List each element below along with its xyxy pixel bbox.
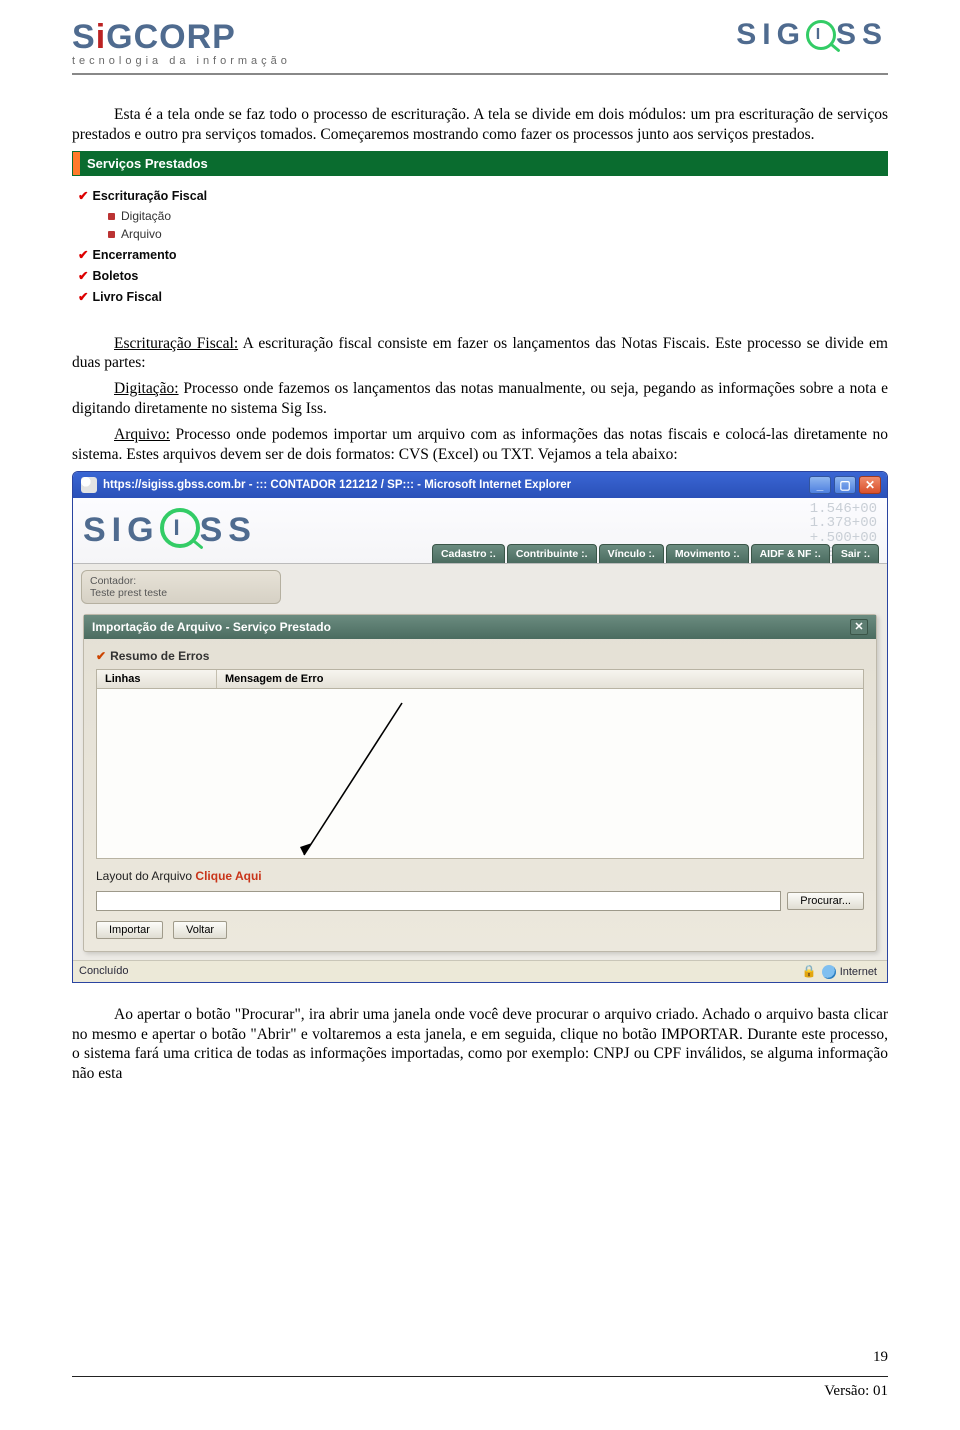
app-brand-logo: SIGISS	[73, 504, 267, 556]
page-footer: 19 Versão: 01	[72, 1349, 888, 1400]
grid-header: Linhas Mensagem de Erro	[96, 669, 864, 689]
menu-item-boletos[interactable]: ✔Boletos	[78, 268, 884, 283]
maximize-button[interactable]: ▢	[834, 476, 856, 494]
tab-vinculo[interactable]: Vínculo :.	[599, 544, 664, 563]
column-mensagem: Mensagem de Erro	[217, 670, 863, 688]
resumo-erros-label: ✔Resumo de Erros	[96, 649, 864, 663]
sigcorp-logo-text: SiGCORP	[72, 18, 291, 57]
minimize-button[interactable]: _	[809, 476, 831, 494]
status-concluido: Concluído	[79, 965, 129, 977]
bullet-icon	[108, 231, 115, 238]
grid-body-empty	[96, 689, 864, 859]
heading-arquivo: Arquivo:	[114, 426, 170, 443]
window-controls: _ ▢ ✕	[809, 476, 881, 494]
check-icon: ✔	[96, 649, 106, 663]
check-icon: ✔	[78, 189, 88, 203]
internet-zone-icon	[822, 965, 836, 979]
heading-digitacao: Digitação:	[114, 380, 179, 397]
layout-link[interactable]: Clique Aqui	[195, 869, 261, 883]
paragraph-arquivo: Arquivo: Processo onde podemos importar …	[72, 425, 888, 465]
paragraph-intro: Esta é a tela onde se faz todo o process…	[72, 105, 888, 145]
page-number: 19	[72, 1349, 888, 1366]
bullet-icon	[108, 213, 115, 220]
sigiss-logo: SIGISS	[736, 18, 888, 53]
panel-close-button[interactable]: ✕	[850, 619, 868, 635]
screenshot-servicos-prestados: Serviços Prestados ✔Escrituração Fiscal …	[72, 151, 888, 312]
check-icon: ✔	[78, 248, 88, 262]
menu-item-escrituracao-fiscal[interactable]: ✔Escrituração Fiscal	[78, 188, 884, 203]
paragraph-digitacao: Digitação: Processo onde fazemos os lanç…	[72, 379, 888, 419]
version-label: Versão: 01	[72, 1383, 888, 1400]
screenshot-import-window: https://sigiss.gbss.com.br - ::: CONTADO…	[72, 471, 888, 983]
userchip-value: Teste prest teste	[90, 587, 272, 599]
menu-item-encerramento[interactable]: ✔Encerramento	[78, 247, 884, 262]
panel-titlebar: Importação de Arquivo - Serviço Prestado…	[84, 615, 876, 639]
annotation-arrow-icon	[292, 697, 412, 867]
ie-statusbar: Concluído 🔒 Internet	[73, 960, 887, 982]
column-linhas: Linhas	[97, 670, 217, 688]
layout-link-line: Layout do Arquivo Clique Aqui	[96, 869, 864, 883]
menu-root: ✔Escrituração Fiscal Digitação Arquivo ✔…	[72, 176, 888, 312]
sigcorp-tagline: tecnologia da informação	[72, 55, 291, 67]
tab-movimento[interactable]: Movimento :.	[666, 544, 749, 563]
window-titlebar: https://sigiss.gbss.com.br - ::: CONTADO…	[73, 472, 887, 498]
window-title: https://sigiss.gbss.com.br - ::: CONTADO…	[81, 477, 571, 493]
procurar-button[interactable]: Procurar...	[787, 892, 864, 910]
close-button[interactable]: ✕	[859, 476, 881, 494]
tab-aidf-nf[interactable]: AIDF & NF :.	[751, 544, 830, 563]
importar-button[interactable]: Importar	[96, 921, 163, 939]
userchip-label: Contador:	[90, 575, 272, 587]
ie-page-icon	[81, 477, 97, 493]
magnifier-icon: I	[160, 508, 200, 548]
tab-contribuinte[interactable]: Contribuinte :.	[507, 544, 597, 563]
doc-header: SiGCORP tecnologia da informação SIGISS	[72, 18, 888, 75]
check-icon: ✔	[78, 269, 88, 283]
footer-rule	[72, 1376, 888, 1377]
lock-icon: 🔒	[802, 964, 817, 978]
tab-sair[interactable]: Sair :.	[832, 544, 879, 563]
magnifier-icon: I	[806, 20, 836, 50]
paragraph-procurar: Ao apertar o botão "Procurar", ira abrir…	[72, 1005, 888, 1084]
submenu-item-digitacao[interactable]: Digitação	[108, 209, 884, 223]
status-internet-zone: 🔒 Internet	[802, 964, 877, 979]
submenu-item-arquivo[interactable]: Arquivo	[108, 227, 884, 241]
panel-title-text: Importação de Arquivo - Serviço Prestado	[92, 620, 331, 634]
check-icon: ✔	[78, 290, 88, 304]
file-path-input[interactable]	[96, 891, 781, 911]
voltar-button[interactable]: Voltar	[173, 921, 227, 939]
menu-header-bar: Serviços Prestados	[72, 151, 888, 176]
paragraph-escrituracao: Escrituração Fiscal: A escrituração fisc…	[72, 334, 888, 374]
sigcorp-logo: SiGCORP tecnologia da informação	[72, 18, 291, 67]
tab-cadastro[interactable]: Cadastro :.	[432, 544, 505, 563]
file-row: Procurar...	[96, 891, 864, 911]
menu-item-livro-fiscal[interactable]: ✔Livro Fiscal	[78, 289, 884, 304]
tabs-row: Cadastro :. Contribuinte :. Vínculo :. M…	[432, 544, 879, 563]
heading-escrituracao-fiscal: Escrituração Fiscal:	[114, 335, 238, 352]
import-panel: Importação de Arquivo - Serviço Prestado…	[83, 614, 877, 952]
app-header: SIGISS 1.546+00 1.378+00 +.500+00 1002+0…	[73, 498, 887, 564]
user-chip: Contador: Teste prest teste	[81, 570, 281, 604]
action-buttons: Importar Voltar	[96, 921, 864, 939]
